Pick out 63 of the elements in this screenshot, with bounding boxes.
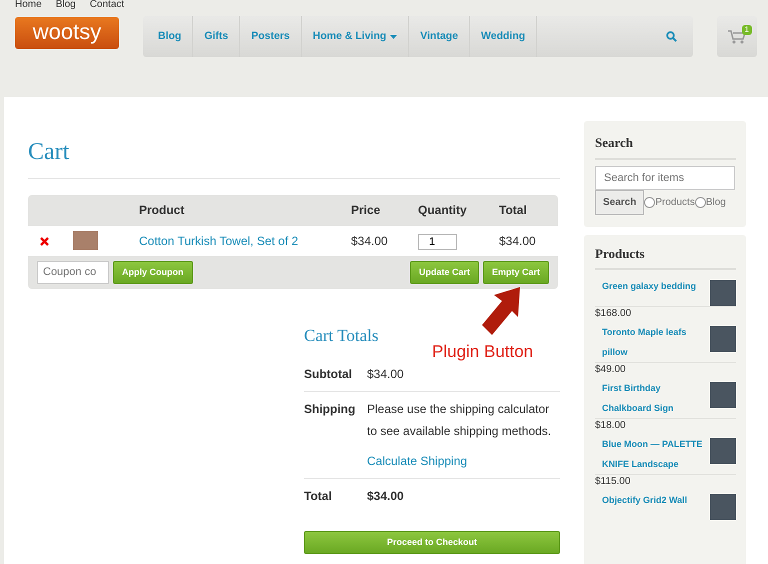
column-header: Product: [139, 203, 184, 218]
widget-title: Products: [595, 244, 736, 270]
annotation-arrow: [480, 287, 522, 337]
radio-label: Blog: [706, 196, 726, 210]
row-label: Subtotal: [304, 366, 353, 384]
product-thumbnail: [710, 280, 736, 306]
widget-title: Search: [595, 133, 736, 160]
coupon-field[interactable]: Coupon co: [37, 260, 109, 284]
product-link[interactable]: Cotton Turkish Towel, Set of 2: [139, 234, 298, 248]
nav-link[interactable]: Blog: [147, 16, 194, 57]
page-title: Cart: [28, 138, 560, 179]
row-label: Shipping: [304, 401, 356, 418]
product-link[interactable]: First Birthday Chalkboard Sign: [595, 378, 707, 418]
radio-button[interactable]: [694, 196, 706, 208]
top-link[interactable]: Blog: [56, 0, 76, 9]
cart-icon: [728, 30, 746, 44]
product-price: $168.00: [595, 306, 736, 320]
cart-button[interactable]: 1: [717, 16, 757, 57]
product-thumbnail: [710, 382, 736, 408]
product-link[interactable]: Green galaxy bedding: [595, 276, 707, 306]
search-field[interactable]: Search for items: [595, 166, 735, 190]
table-cell: $34.00: [499, 234, 536, 248]
table-cell: $34.00: [351, 234, 388, 248]
logo[interactable]: wootsy: [15, 17, 119, 49]
checkout-button[interactable]: Proceed to Checkout: [304, 531, 560, 554]
search-button[interactable]: Search: [595, 190, 644, 214]
quantity-field[interactable]: 1: [418, 234, 457, 250]
column-header: Price: [351, 203, 380, 218]
caret-icon: [390, 34, 398, 38]
product-price: $18.00: [595, 418, 736, 432]
annotation-label: Plugin Button: [432, 341, 534, 363]
apply-coupon-button[interactable]: Apply Coupon: [113, 260, 192, 284]
product-thumbnail: [710, 438, 736, 464]
product-thumbnail: [73, 231, 98, 250]
product-thumbnail: [710, 326, 736, 352]
calculate-shipping-link[interactable]: Calculate Shipping: [367, 450, 560, 472]
product-link[interactable]: Blue Moon — PALETTE KNIFE Landscape: [595, 434, 707, 474]
product-link[interactable]: Objectify Grid2 Wall: [595, 490, 707, 520]
nav-link[interactable]: Home & Living: [302, 16, 410, 57]
top-link[interactable]: Contact: [90, 0, 124, 9]
product-price: $49.00: [595, 362, 736, 376]
product-price: $115.00: [595, 474, 736, 488]
top-link[interactable]: Home: [15, 0, 42, 9]
nav-link[interactable]: Posters: [240, 16, 302, 57]
cart-button[interactable]: Empty Cart: [482, 260, 549, 284]
radio-label: Products: [655, 196, 695, 210]
radio-button[interactable]: [644, 196, 656, 208]
product-thumbnail: [710, 494, 736, 520]
nav-link[interactable]: Vintage: [409, 16, 470, 57]
product-link[interactable]: Toronto Maple leafs pillow: [595, 322, 707, 362]
cart-count-badge: 1: [742, 25, 752, 35]
row-value: $34.00: [367, 367, 404, 382]
shipping-note: Please use the shipping calculator to see available shipping methods.: [367, 401, 552, 440]
cart-button[interactable]: Update Cart: [410, 260, 479, 284]
column-header: Quantity: [418, 203, 467, 218]
row-label: Total: [304, 488, 333, 506]
search-icon[interactable]: [666, 31, 677, 42]
column-header: Total: [499, 203, 527, 218]
row-value: $34.00: [367, 489, 404, 504]
nav-link[interactable]: Gifts: [193, 16, 240, 57]
remove-icon[interactable]: [40, 237, 49, 246]
section-title: Cart Totals: [304, 324, 380, 347]
nav-link[interactable]: Wedding: [470, 16, 538, 57]
